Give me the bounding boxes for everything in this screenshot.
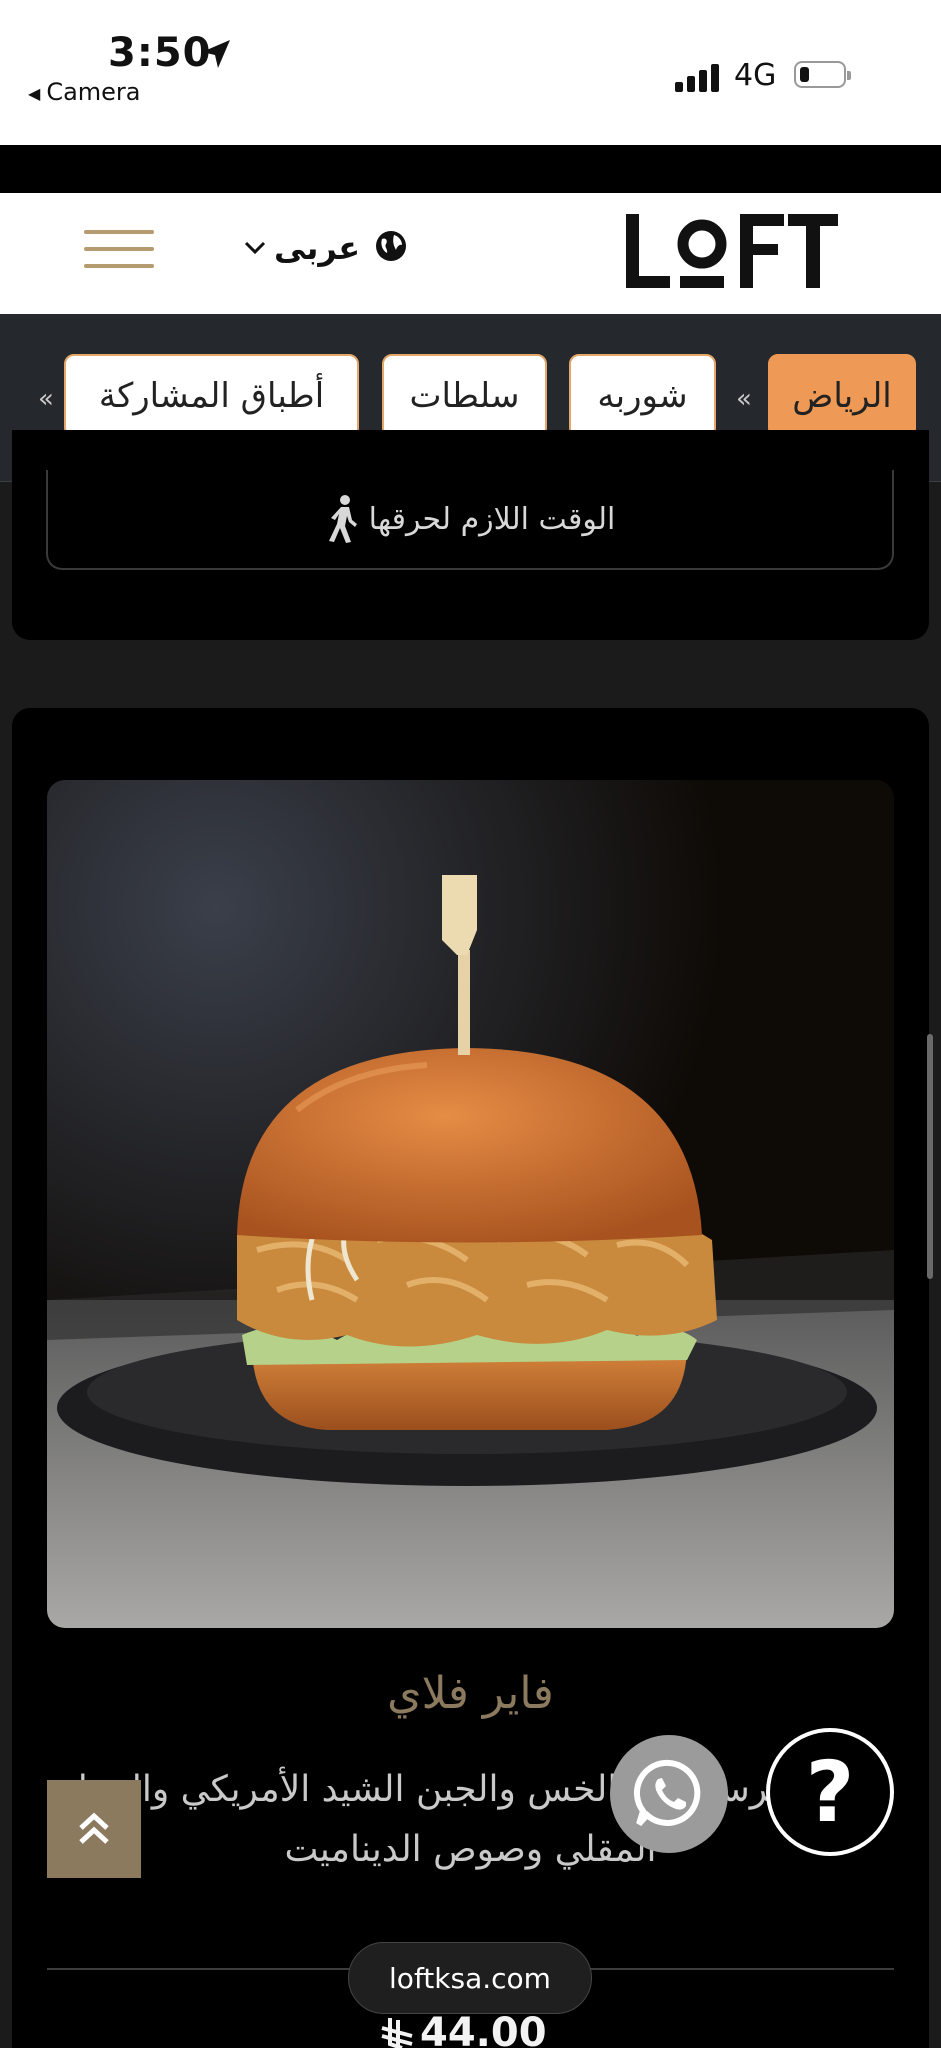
walking-person-icon (328, 495, 357, 543)
battery-icon (794, 61, 851, 88)
url-label: loftksa.com (389, 1961, 551, 1995)
burn-time-box: الوقت اللازم لحرقها (46, 470, 894, 570)
browser-url-pill[interactable]: loftksa.com (348, 1942, 592, 2014)
network-type: 4G (734, 58, 777, 93)
back-triangle-icon: ◀ (28, 83, 41, 103)
back-to-camera-link[interactable]: ◀ Camera (28, 78, 141, 106)
double-chevron-up-icon (79, 1812, 109, 1844)
language-selector[interactable]: عربى (244, 226, 408, 270)
menu-item-price: 44.00 (380, 2010, 547, 2048)
loft-logo[interactable] (622, 210, 840, 292)
status-bar: 3:50 ◀ Camera 4G (0, 0, 941, 145)
category-riyadh[interactable]: الرياض (768, 354, 916, 438)
browser-top-strip (0, 145, 941, 193)
whatsapp-button[interactable] (610, 1735, 728, 1853)
riyal-icon (381, 2018, 413, 2048)
page: 3:50 ◀ Camera 4G عربى « أطباق المشاركة س… (0, 0, 941, 2048)
whatsapp-icon (634, 1759, 701, 1826)
page-scrollbar[interactable] (927, 1034, 933, 1279)
category-label: سلطات (409, 376, 520, 416)
category-soup[interactable]: شوربه (569, 354, 716, 438)
scroll-categories-left-icon[interactable]: « (38, 384, 54, 414)
help-label: ? (805, 1743, 855, 1841)
category-label: شوربه (597, 376, 688, 416)
burn-time-label: الوقت اللازم لحرقها (368, 501, 616, 537)
price-value: 44.00 (420, 2010, 547, 2048)
globe-icon (374, 229, 408, 267)
status-time: 3:50 (108, 30, 212, 76)
category-label: أطباق المشاركة (98, 376, 325, 416)
scroll-to-top-button[interactable] (47, 1780, 141, 1878)
hamburger-menu-icon[interactable] (84, 228, 154, 270)
language-label: عربى (274, 229, 361, 267)
burger-image (47, 780, 894, 1628)
category-salads[interactable]: سلطات (382, 354, 547, 438)
category-label: الرياض (792, 376, 892, 416)
location-arrow-icon (202, 40, 230, 68)
menu-item-description: حت الكرسبي مع الخس والجبن الشيد الأمريكي… (61, 1769, 880, 1870)
chevron-down-icon (244, 236, 266, 261)
help-button[interactable]: ? (766, 1728, 894, 1856)
menu-item-photo[interactable] (47, 780, 894, 1628)
category-shared-plates[interactable]: أطباق المشاركة (64, 354, 359, 438)
back-camera-label: Camera (46, 78, 141, 106)
menu-item-name: فاير فلاي (387, 1668, 554, 1719)
scroll-categories-right-icon[interactable]: « (736, 384, 752, 414)
cellular-signal-icon (675, 62, 721, 92)
